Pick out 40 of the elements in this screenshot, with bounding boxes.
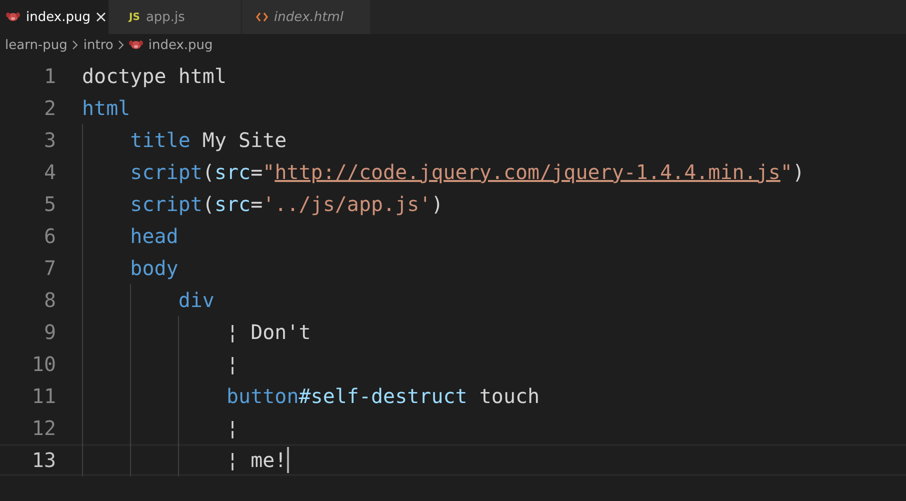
- code-line[interactable]: body: [82, 256, 178, 280]
- breadcrumb-item[interactable]: intro: [83, 38, 114, 52]
- line-number: 3: [42, 128, 56, 152]
- chevron-right-icon: [118, 40, 124, 50]
- line-number: 9: [42, 320, 56, 344]
- code-line[interactable]: head: [82, 224, 178, 248]
- code-line[interactable]: ¦ me!: [82, 448, 287, 472]
- chevron-right-icon: [72, 40, 78, 50]
- line-number: 5: [42, 192, 56, 216]
- line-number: 13: [30, 448, 56, 472]
- editor-tab[interactable]: JS app.js: [109, 0, 242, 34]
- code-brackets-icon: [256, 12, 268, 22]
- code-line[interactable]: script(src="http://code.jquery.com/jquery-1.4.4.min.js"): [82, 160, 805, 184]
- breadcrumb-item[interactable]: index.pug: [148, 38, 213, 52]
- line-number: 12: [30, 416, 56, 440]
- code-line[interactable]: ¦: [82, 416, 239, 440]
- code-line[interactable]: ¦: [82, 352, 239, 376]
- pug-face-icon: [6, 12, 20, 22]
- code-line[interactable]: script(src='../js/app.js'): [82, 192, 444, 216]
- code-line[interactable]: div: [82, 288, 214, 312]
- code-line[interactable]: button#self-destruct touch: [82, 384, 540, 408]
- close-icon[interactable]: [96, 12, 106, 22]
- editor-tab[interactable]: index.html: [242, 0, 371, 34]
- line-number: 6: [42, 224, 56, 248]
- pug-face-icon: [129, 40, 144, 50]
- line-number: 11: [30, 384, 56, 408]
- js-label: JS: [129, 12, 140, 22]
- breadcrumb-item[interactable]: learn-pug: [5, 38, 68, 52]
- code-line[interactable]: ¦ Don't: [82, 320, 311, 344]
- line-number: 10: [30, 352, 56, 376]
- editor-tab[interactable]: index.pug: [0, 0, 109, 34]
- text-cursor: [286, 447, 289, 473]
- code-line[interactable]: title My Site: [82, 128, 287, 152]
- line-number: 2: [42, 96, 56, 120]
- line-number: 1: [42, 64, 56, 88]
- line-number: 4: [42, 160, 56, 184]
- line-number: 7: [42, 256, 56, 280]
- code-line[interactable]: doctype html: [82, 64, 226, 88]
- code-line[interactable]: html: [82, 96, 130, 120]
- line-number: 8: [42, 288, 56, 312]
